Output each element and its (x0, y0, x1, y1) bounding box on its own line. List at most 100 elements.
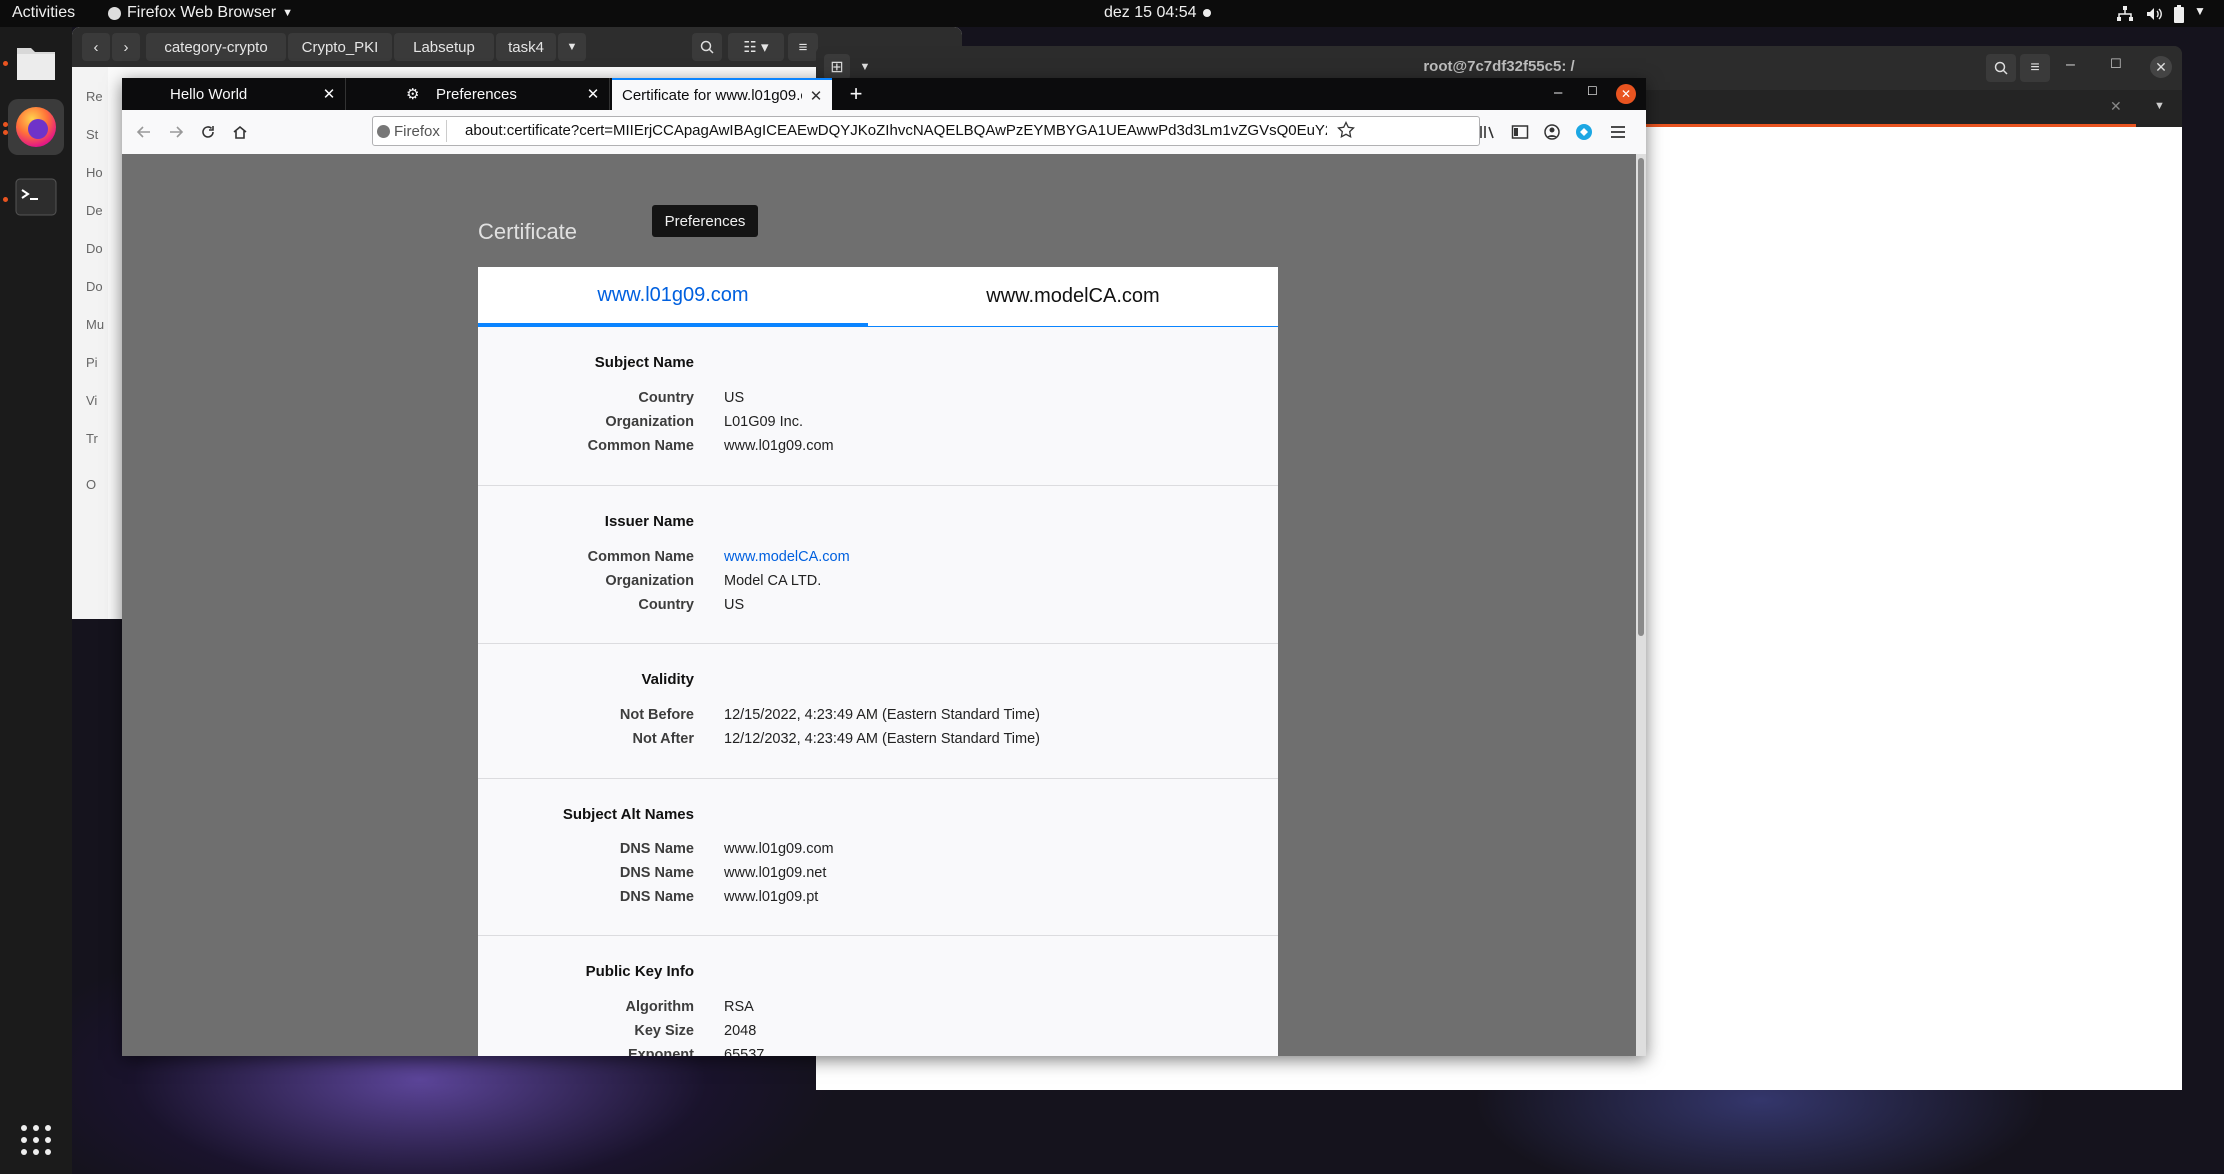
sidebar-item[interactable]: O (86, 477, 96, 492)
field-value: L01G09 Inc. (724, 414, 803, 430)
sidebar-item[interactable]: St (86, 127, 98, 142)
section-heading: Validity (641, 671, 694, 688)
field-label: Key Size (634, 1023, 694, 1039)
field-value: RSA (724, 999, 754, 1015)
activities-button[interactable]: Activities (12, 4, 75, 22)
field-label: Exponent (627, 1047, 694, 1056)
notification-dot-icon (1203, 9, 1211, 17)
hamburger-menu-icon[interactable]: ≡ (788, 33, 818, 61)
page-title: Certificate (478, 219, 578, 244)
path-segment[interactable]: Crypto_PKI (288, 33, 392, 61)
firefox-small-icon (108, 6, 121, 20)
cert-tab-issuer[interactable]: www.modelCA.com (868, 267, 1278, 327)
minimize-icon[interactable]: – (1554, 84, 1562, 101)
sidebar-item[interactable]: Re (86, 89, 103, 104)
close-icon[interactable]: ✕ (1616, 84, 1636, 104)
sidebar-toggle-icon[interactable] (1508, 120, 1532, 144)
home-icon[interactable] (228, 120, 252, 144)
path-segment[interactable]: Labsetup (394, 33, 494, 61)
url-text[interactable]: about:certificate?cert=MIIErjCCApagAwIBA… (465, 122, 1327, 139)
back-button[interactable]: ‹ (82, 33, 110, 61)
clock[interactable]: dez 15 04:54 (1104, 4, 1197, 22)
sidebar-item[interactable]: De (86, 203, 103, 218)
forward-button[interactable]: › (112, 33, 140, 61)
hamburger-menu-icon[interactable]: ≡ (2020, 54, 2050, 82)
account-icon[interactable] (1540, 120, 1564, 144)
terminal-title: root@7c7df32f55c5: / (1423, 58, 1575, 75)
page-scrollbar-thumb[interactable] (1638, 158, 1644, 636)
sidebar-item[interactable]: Ho (86, 165, 103, 180)
new-tab-plus-icon[interactable]: + (844, 81, 868, 106)
field-value: 12/12/2032, 4:23:49 AM (Eastern Standard… (724, 731, 1040, 747)
identity-box[interactable]: Firefox (377, 120, 447, 142)
field-label: Algorithm (625, 999, 694, 1015)
firefox-window: Hello World ✕ ⚙ Preferences ✕ Certificat… (122, 78, 1646, 1056)
sidebar-item[interactable]: Pi (86, 355, 98, 370)
chevron-down-icon[interactable]: ▼ (852, 54, 878, 80)
show-applications-grid-icon[interactable] (8, 1112, 64, 1168)
view-options-button[interactable]: ☷ ▾ (728, 33, 784, 61)
volume-icon[interactable] (2145, 5, 2163, 23)
tab-certificate[interactable]: Certificate for www.l01g09.com ✕ (612, 78, 832, 110)
field-value: www.l01g09.com (724, 841, 834, 857)
running-indicator (3, 130, 8, 135)
back-arrow-icon[interactable] (132, 120, 156, 144)
search-icon[interactable] (1986, 54, 2016, 82)
running-indicator (3, 197, 8, 202)
library-icon[interactable] (1476, 120, 1500, 144)
tab-title: Hello World (170, 85, 248, 103)
reload-icon[interactable] (196, 120, 220, 144)
path-segment[interactable]: task4 (496, 33, 556, 61)
field-value: www.l01g09.com (724, 438, 834, 454)
public-key-info-section: Public Key Info Algorithm RSA Key Size 2… (478, 936, 1278, 1056)
tab-hello-world[interactable]: Hello World ✕ (140, 78, 346, 110)
close-tab-icon[interactable]: ✕ (321, 86, 337, 103)
extension-icon[interactable] (1572, 120, 1596, 144)
bookmark-star-icon[interactable] (1337, 121, 1355, 139)
firefox-app-icon[interactable] (8, 99, 64, 155)
issuer-link[interactable]: www.modelCA.com (724, 549, 850, 565)
hamburger-menu-icon[interactable] (1606, 120, 1630, 144)
new-tab-icon[interactable]: ⊞ (824, 54, 850, 80)
close-icon[interactable]: ✕ (2150, 56, 2172, 78)
files-app-icon[interactable] (8, 35, 64, 91)
minimize-icon[interactable]: – (2066, 56, 2075, 74)
tooltip: Preferences (652, 205, 758, 237)
field-label: DNS Name (619, 865, 694, 881)
navigation-toolbar: Firefox about:certificate?cert=MIIErjCCA… (122, 110, 1646, 155)
sidebar-item[interactable]: Vi (86, 393, 97, 408)
field-label: Organization (605, 573, 694, 589)
forward-arrow-icon[interactable] (164, 120, 188, 144)
battery-icon[interactable] (2173, 5, 2185, 23)
url-bar[interactable]: Firefox about:certificate?cert=MIIErjCCA… (372, 116, 1480, 146)
tab-preferences[interactable]: ⚙ Preferences ✕ (386, 78, 610, 110)
subject-name-section: Subject Name Country US Organization L01… (478, 327, 1278, 486)
close-tab-icon[interactable]: ✕ (2110, 98, 2122, 115)
close-tab-icon[interactable]: ✕ (808, 88, 824, 105)
sidebar-item[interactable]: Tr (86, 431, 98, 446)
field-value: US (724, 390, 745, 406)
cert-tab-leaf[interactable]: www.l01g09.com (478, 267, 868, 327)
tab-title: Certificate for www.l01g09.com (622, 86, 802, 104)
sidebar-item[interactable]: Do (86, 241, 103, 256)
system-menu-chevron-icon[interactable]: ▼ (2194, 4, 2206, 18)
network-icon[interactable] (2116, 5, 2134, 23)
maximize-icon[interactable]: ☐ (1587, 84, 1598, 98)
section-heading: Subject Alt Names (562, 806, 694, 823)
app-menu[interactable]: Firefox Web Browser ▼ (108, 4, 293, 22)
field-label: Not Before (619, 707, 694, 723)
tab-list-chevron-icon[interactable]: ▼ (2154, 100, 2165, 112)
path-segment[interactable]: category-crypto (146, 33, 286, 61)
identity-label: Firefox (394, 122, 440, 140)
page-content: Certificate www.l01g09.com www.modelCA.c… (122, 154, 1636, 1056)
chevron-down-icon: ▼ (282, 7, 293, 19)
field-label: Common Name (587, 438, 694, 454)
path-menu-chevron-icon[interactable]: ▼ (558, 33, 586, 61)
sidebar-item[interactable]: Do (86, 279, 103, 294)
maximize-icon[interactable]: ☐ (2110, 56, 2122, 72)
terminal-app-icon[interactable] (8, 169, 64, 225)
field-label: Not After (632, 731, 694, 747)
close-tab-icon[interactable]: ✕ (585, 86, 601, 103)
search-icon[interactable] (692, 33, 722, 61)
sidebar-item[interactable]: Mu (86, 317, 104, 332)
